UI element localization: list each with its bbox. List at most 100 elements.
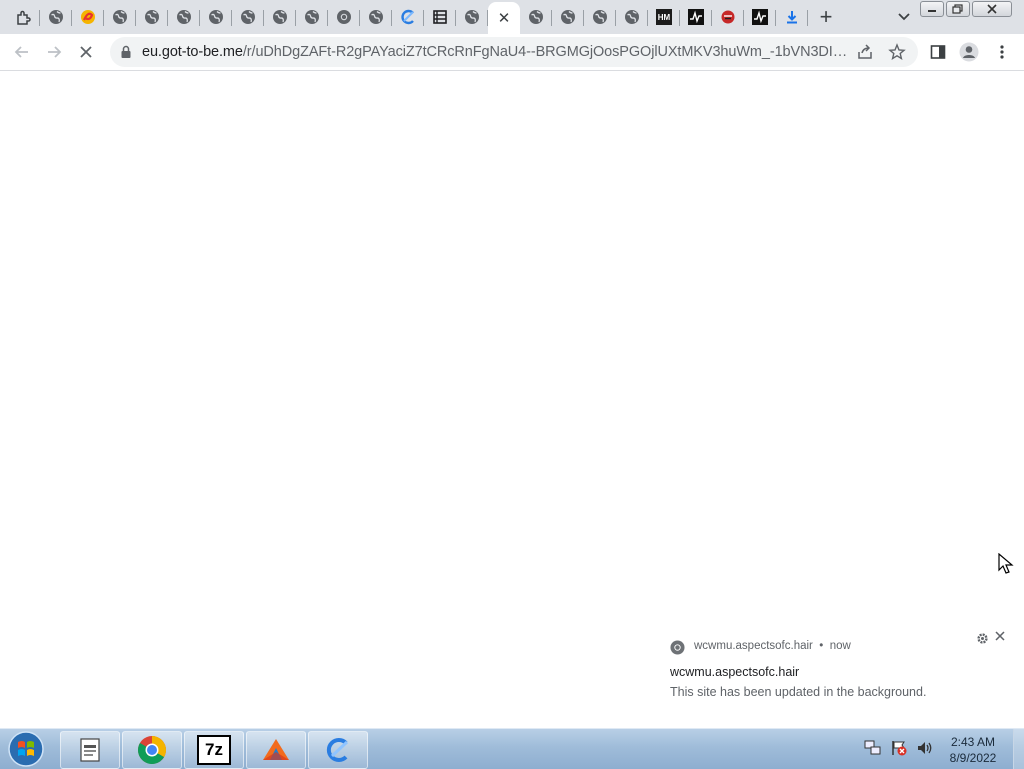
- clock-time: 2:43 AM: [950, 735, 996, 749]
- bookmark-button[interactable]: [888, 43, 906, 61]
- star-icon: [888, 43, 906, 60]
- clock-date: 8/9/2022: [949, 751, 997, 765]
- browser-tab[interactable]: [328, 4, 360, 30]
- taskbar-blue-app[interactable]: [308, 731, 368, 769]
- mouse-cursor-icon: [998, 553, 1014, 574]
- lock-icon[interactable]: [120, 45, 132, 59]
- browser-tab[interactable]: [520, 4, 552, 30]
- tab-search-button[interactable]: [894, 8, 914, 26]
- browser-tab[interactable]: [232, 4, 264, 30]
- globe-icon: [48, 9, 64, 25]
- globe-icon: [304, 9, 320, 25]
- browser-tab[interactable]: [200, 4, 232, 30]
- puzzle-icon: [16, 9, 32, 25]
- browser-tab[interactable]: [776, 4, 808, 30]
- site-notification[interactable]: wcwmu.aspectsofc.hair • now wcwmu.aspect…: [656, 624, 1020, 714]
- taskbar-explorer[interactable]: [60, 731, 120, 769]
- url-path: /r/uDhDgZAFt-R2gPAYaciZ7tCRcRnFgNaU4--BR…: [242, 44, 852, 60]
- taskbar-media[interactable]: [246, 731, 306, 769]
- notification-time: now: [829, 640, 851, 652]
- url-host: eu.got-to-be.me: [142, 44, 243, 60]
- kebab-menu-icon: [1000, 45, 1004, 59]
- globe-icon: [208, 9, 224, 25]
- close-icon: [987, 4, 997, 14]
- browser-tab[interactable]: [360, 4, 392, 30]
- tab-strip: ✕ HM +: [0, 0, 1024, 34]
- browser-tab[interactable]: [136, 4, 168, 30]
- globe-icon: [112, 9, 128, 25]
- browser-tab[interactable]: [168, 4, 200, 30]
- browser-tab[interactable]: [72, 4, 104, 30]
- 7zip-icon: 7z: [197, 735, 231, 765]
- globe-icon: [624, 9, 640, 25]
- browser-tab[interactable]: [456, 4, 488, 30]
- browser-tab[interactable]: [264, 4, 296, 30]
- share-button[interactable]: [856, 43, 874, 61]
- pulse-icon: [688, 9, 704, 25]
- browser-tab[interactable]: [296, 4, 328, 30]
- browser-toolbar: eu.got-to-be.me/r/uDhDgZAFt-R2gPAYaciZ7t…: [0, 34, 1024, 71]
- show-desktop-button[interactable]: [1013, 729, 1024, 769]
- windows-taskbar: 7z 2:43 AM 8/9/2022: [0, 728, 1024, 769]
- chrome-gray-icon: [336, 9, 352, 25]
- url-text[interactable]: eu.got-to-be.me/r/uDhDgZAFt-R2gPAYaciZ7t…: [142, 44, 852, 61]
- chevron-down-icon: [898, 13, 910, 21]
- taskbar-7zip[interactable]: 7z: [184, 731, 244, 769]
- tab-separator: [807, 10, 808, 26]
- browser-tab[interactable]: [8, 4, 40, 30]
- hm-icon: HM: [656, 9, 672, 25]
- menu-button[interactable]: [992, 42, 1012, 62]
- volume-icon[interactable]: [916, 739, 934, 757]
- browser-tab[interactable]: [744, 4, 776, 30]
- window-close-button[interactable]: [972, 1, 1012, 17]
- tab-active[interactable]: ✕: [488, 2, 520, 34]
- globe-icon: [176, 9, 192, 25]
- close-icon: [80, 46, 92, 58]
- browser-tab[interactable]: HM: [648, 4, 680, 30]
- browser-tab[interactable]: [616, 4, 648, 30]
- browser-tab[interactable]: [552, 4, 584, 30]
- taskbar-clock[interactable]: 2:43 AM 8/9/2022: [944, 734, 1002, 766]
- network-icon[interactable]: [864, 739, 882, 757]
- browser-tab[interactable]: [712, 4, 744, 30]
- notification-close-button[interactable]: [994, 630, 1006, 645]
- restore-icon: [952, 4, 963, 14]
- avatar-icon: [959, 42, 979, 62]
- blue-c-icon: [326, 738, 349, 762]
- share-icon: [858, 44, 872, 59]
- globe-icon: [272, 9, 288, 25]
- globe-icon: [144, 9, 160, 25]
- profile-button[interactable]: [959, 42, 979, 62]
- swirl-icon: [80, 9, 96, 25]
- globe-icon: [240, 9, 256, 25]
- windows-orb-icon: [8, 731, 44, 767]
- close-tab-icon[interactable]: ✕: [496, 10, 512, 26]
- browser-tab[interactable]: [392, 4, 424, 30]
- flag-warning-icon[interactable]: [890, 739, 908, 757]
- globe-icon: [528, 9, 544, 25]
- grid-icon: [432, 9, 448, 25]
- back-button[interactable]: [12, 42, 32, 62]
- start-button[interactable]: [6, 730, 46, 768]
- forward-button[interactable]: [44, 42, 64, 62]
- side-panel-button[interactable]: [928, 42, 948, 62]
- browser-tab[interactable]: [424, 4, 456, 30]
- restore-button[interactable]: [946, 1, 970, 17]
- window-controls: [920, 1, 1012, 17]
- gear-icon[interactable]: [976, 632, 989, 645]
- browser-tab[interactable]: [680, 4, 712, 30]
- back-arrow-icon: [14, 46, 28, 58]
- new-tab-button[interactable]: +: [814, 5, 838, 29]
- minimize-button[interactable]: [920, 1, 944, 17]
- stop-loading-button[interactable]: [76, 42, 96, 62]
- address-bar[interactable]: eu.got-to-be.me/r/uDhDgZAFt-R2gPAYaciZ7t…: [110, 37, 918, 67]
- close-icon: [995, 631, 1005, 641]
- download-icon: [784, 9, 800, 25]
- taskbar-chrome[interactable]: [122, 731, 182, 769]
- system-tray: [864, 739, 934, 757]
- notification-message: This site has been updated in the backgr…: [670, 685, 927, 699]
- notepad-icon: [80, 738, 100, 762]
- browser-tab[interactable]: [40, 4, 72, 30]
- browser-tab[interactable]: [104, 4, 136, 30]
- browser-tab[interactable]: [584, 4, 616, 30]
